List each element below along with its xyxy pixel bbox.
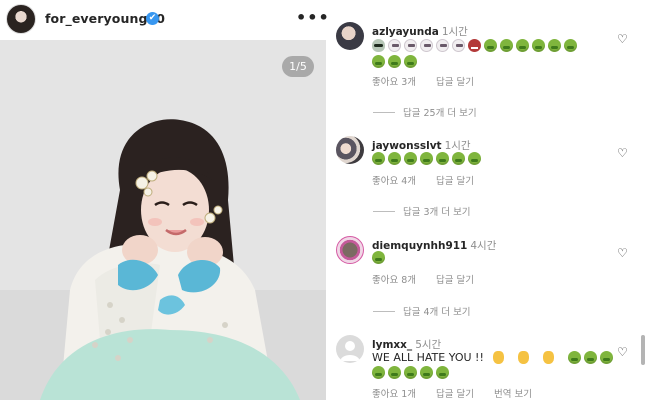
commenter-avatar[interactable]	[336, 22, 364, 50]
view-replies-label: 답글 4개 더 보기	[403, 307, 471, 318]
nauseated-face-emoji-icon	[372, 366, 385, 379]
reply-button[interactable]: 답글 달기	[436, 386, 474, 400]
view-replies-button[interactable]: 답글 4개 더 보기	[373, 304, 471, 318]
reply-button[interactable]: 답글 달기	[436, 74, 474, 88]
nauseated-face-emoji-icon	[500, 39, 513, 52]
person-silhouette-icon	[340, 341, 360, 361]
nauseated-face-emoji-icon	[420, 152, 433, 165]
view-replies-button[interactable]: 답글 25개 더 보기	[373, 105, 477, 119]
skull-emoji-icon	[404, 39, 417, 52]
replies-divider	[373, 210, 395, 212]
nauseated-face-emoji-icon	[404, 55, 417, 68]
nauseated-face-emoji-icon	[388, 366, 401, 379]
nauseated-face-emoji-icon	[436, 152, 449, 165]
nauseated-face-emoji-icon	[372, 251, 385, 264]
like-count[interactable]: 좋아요 4개	[372, 173, 416, 187]
like-heart-icon[interactable]: ♡	[617, 146, 628, 160]
like-heart-icon[interactable]: ♡	[617, 246, 628, 260]
like-count[interactable]: 좋아요 1개	[372, 386, 416, 400]
commenter-username[interactable]: jaywonsslvt	[372, 140, 442, 152]
commenter-username[interactable]: azlyayunda	[372, 26, 439, 38]
nauseated-face-emoji-icon	[436, 366, 449, 379]
like-heart-icon[interactable]: ♡	[617, 345, 628, 359]
comment-item: jaywonsslvt 1시간 ♡ 좋아요 4개 답글 달기 답글 3개 더 보기	[334, 136, 634, 220]
commenter-avatar[interactable]	[336, 136, 364, 164]
nauseated-face-emoji-icon	[372, 55, 385, 68]
pointing-finger-emoji-icon	[517, 351, 529, 364]
reply-button[interactable]: 답글 달기	[436, 272, 474, 286]
replies-divider	[373, 111, 395, 113]
default-avatar-icon[interactable]	[336, 335, 364, 363]
commenter-username[interactable]: lymxx_	[372, 339, 412, 351]
comment-text: WE ALL HATE YOU !!	[372, 351, 613, 364]
pointing-finger-emoji-icon	[542, 351, 554, 364]
comment-emoji-row	[372, 152, 481, 165]
comment-header: diemquynhh911 4시간	[372, 238, 496, 253]
nauseated-face-emoji-icon	[567, 351, 581, 364]
comment-time: 1시간	[444, 140, 471, 152]
nauseated-face-emoji-icon	[583, 351, 597, 364]
nauseated-face-emoji-icon	[388, 55, 401, 68]
skull-emoji-icon	[452, 39, 465, 52]
comment-time: 4시간	[470, 240, 497, 252]
comment-time: 1시간	[441, 26, 468, 38]
view-replies-label: 답글 25개 더 보기	[403, 108, 477, 119]
nauseated-face-emoji-icon	[404, 152, 417, 165]
portrait-illustration	[0, 40, 326, 400]
comment-meta: 좋아요 3개 답글 달기	[372, 74, 474, 88]
nauseated-face-emoji-icon	[404, 366, 417, 379]
nauseated-face-emoji-icon	[532, 39, 545, 52]
nauseated-face-emoji-icon	[420, 366, 433, 379]
alien-emoji-icon	[372, 39, 385, 52]
post-header: for_everyoung10 ✔ •••	[0, 0, 329, 38]
photo-page-counter: 1/5	[282, 56, 314, 77]
nauseated-face-emoji-icon	[452, 152, 465, 165]
reply-button[interactable]: 답글 달기	[436, 173, 474, 187]
comment-item: diemquynhh911 4시간 ♡ 좋아요 8개 답글 달기 답글 4개 더 …	[334, 236, 634, 320]
like-heart-icon[interactable]: ♡	[617, 32, 628, 46]
comment-body: WE ALL HATE YOU !!	[372, 351, 484, 364]
comment-emoji-row	[372, 251, 385, 264]
verified-badge-icon: ✔	[146, 12, 159, 25]
ogre-emoji-icon	[468, 39, 481, 52]
comment-emoji-row	[372, 39, 577, 52]
skull-emoji-icon	[436, 39, 449, 52]
comment-emoji-row	[372, 366, 449, 379]
nauseated-face-emoji-icon	[372, 152, 385, 165]
like-count[interactable]: 좋아요 3개	[372, 74, 416, 88]
nauseated-face-emoji-icon	[388, 152, 401, 165]
author-avatar[interactable]	[6, 4, 36, 34]
comment-meta: 좋아요 4개 답글 달기	[372, 173, 474, 187]
translate-button[interactable]: 번역 보기	[494, 386, 532, 400]
more-options-icon[interactable]: •••	[296, 8, 330, 27]
nauseated-face-emoji-icon	[516, 39, 529, 52]
commenter-username[interactable]: diemquynhh911	[372, 240, 467, 252]
commenter-avatar[interactable]	[336, 236, 364, 264]
nauseated-face-emoji-icon	[548, 39, 561, 52]
comment-item: lymxx_ 5시간 ♡ WE ALL HATE YOU !! 좋아요 1개 답글…	[334, 335, 634, 400]
nauseated-face-emoji-icon	[564, 39, 577, 52]
pointing-finger-emoji-icon	[492, 351, 504, 364]
nauseated-face-emoji-icon	[468, 152, 481, 165]
replies-divider	[373, 310, 395, 312]
view-replies-button[interactable]: 답글 3개 더 보기	[373, 204, 471, 218]
comment-header: lymxx_ 5시간	[372, 337, 441, 352]
comment-emoji-row	[372, 55, 417, 68]
skull-emoji-icon	[388, 39, 401, 52]
comment-meta: 좋아요 1개 답글 달기 번역 보기	[372, 386, 532, 400]
view-replies-label: 답글 3개 더 보기	[403, 207, 471, 218]
comment-header: jaywonsslvt 1시간	[372, 138, 471, 153]
nauseated-face-emoji-icon	[484, 39, 497, 52]
comments-scrollbar[interactable]	[641, 335, 645, 365]
comment-meta: 좋아요 8개 답글 달기	[372, 272, 474, 286]
like-count[interactable]: 좋아요 8개	[372, 272, 416, 286]
skull-emoji-icon	[420, 39, 433, 52]
comment-item: azlyayunda 1시간 ♡ 좋아요 3개 답글 달기 답글 25개 더 보…	[334, 22, 634, 119]
comment-header: azlyayunda 1시간	[372, 24, 468, 39]
post-photo[interactable]: 1/5	[0, 40, 326, 400]
comment-time: 5시간	[415, 339, 442, 351]
nauseated-face-emoji-icon	[599, 351, 613, 364]
